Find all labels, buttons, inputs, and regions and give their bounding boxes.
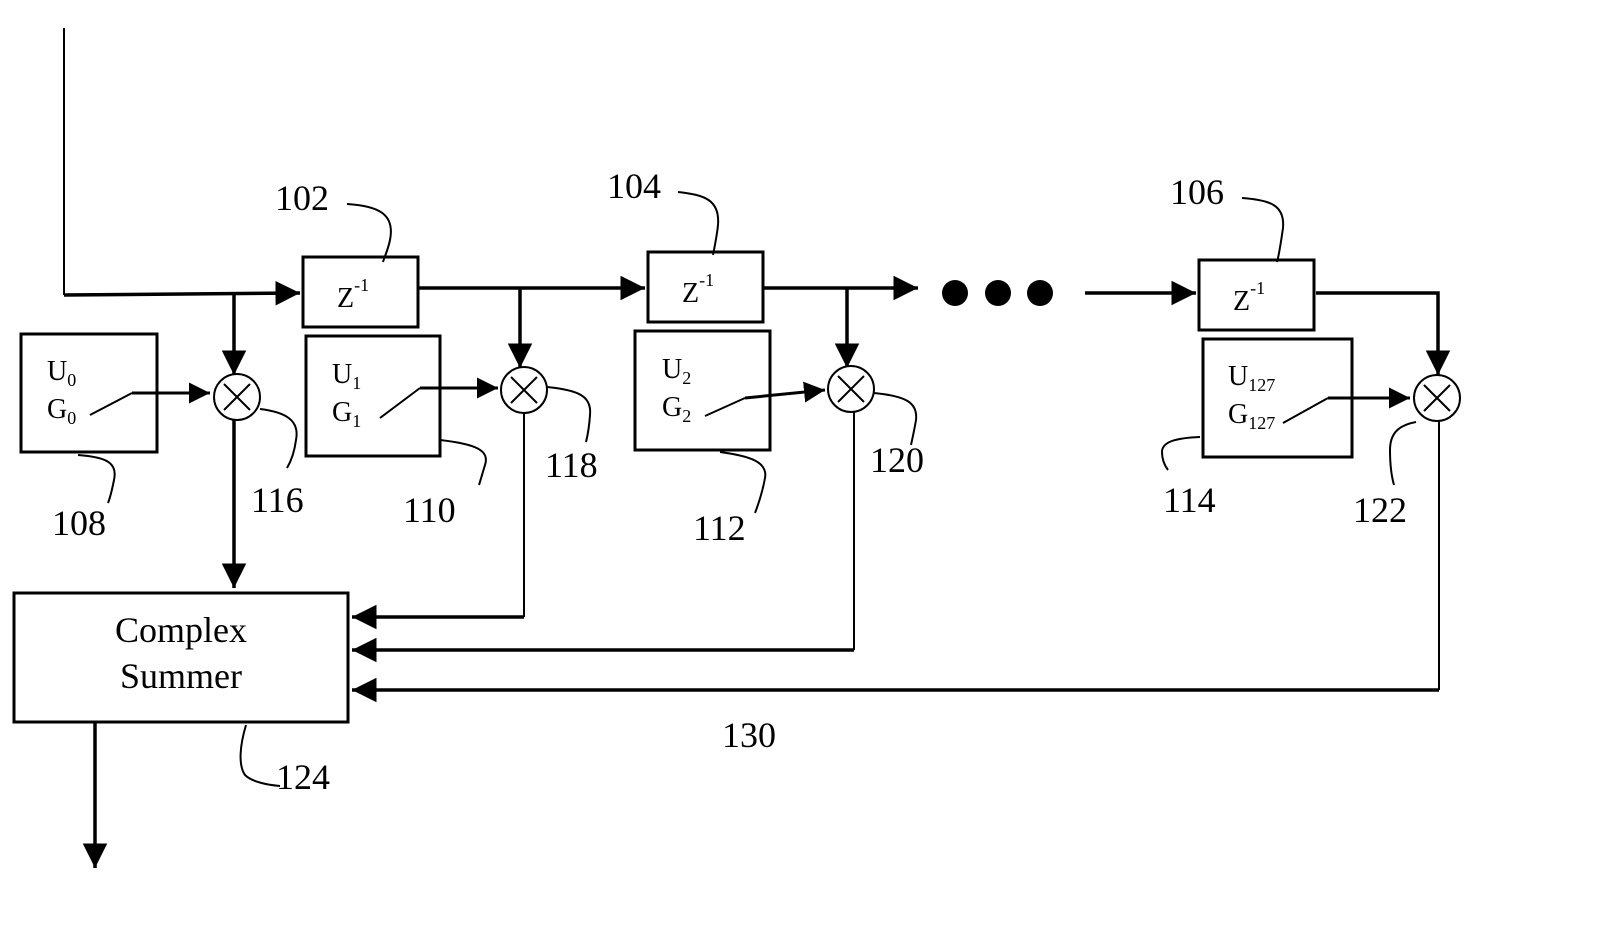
ref-116: 116 (251, 480, 304, 520)
complex-summer-block: Complex Summer (12, 591, 350, 724)
svg-text:Complex: Complex (115, 610, 247, 650)
delay-block-102: Z-1 (301, 255, 420, 329)
ref-120: 120 (870, 440, 924, 480)
svg-text:U0: U0 (47, 356, 76, 390)
ref-110: 110 (403, 490, 456, 530)
delay-block-106: Z-1 (1197, 258, 1316, 332)
delay-block-104: Z-1 (646, 250, 765, 324)
svg-text:Z-1: Z-1 (337, 275, 369, 314)
multiplier-120 (827, 365, 875, 413)
multiplier-116 (213, 373, 261, 421)
ref-102: 102 (275, 178, 329, 218)
summer-input-lines (221, 412, 1440, 703)
coefficient-block-112: U2 G2 (633, 329, 772, 452)
ref-106: 106 (1170, 172, 1224, 212)
coefficient-block-110: U1 G1 (304, 334, 442, 458)
ref-104: 104 (607, 166, 661, 206)
fir-filter-diagram: Z-1 Z-1 Z-1 U0 G0 U1 G1 U2 G2 U127 G127 (12, 28, 1461, 868)
ref-112: 112 (693, 508, 746, 548)
ref-124: 124 (276, 757, 330, 797)
ellipsis-dots (942, 280, 1053, 306)
svg-text:Summer: Summer (120, 656, 242, 696)
ref-130: 130 (722, 715, 776, 755)
svg-text:G1: G1 (332, 397, 361, 431)
svg-text:U127: U127 (1228, 361, 1275, 395)
ref-118: 118 (545, 445, 598, 485)
svg-text:U1: U1 (332, 359, 361, 393)
svg-text:Z-1: Z-1 (1233, 278, 1265, 317)
ref-114: 114 (1163, 480, 1216, 520)
input-line (63, 28, 301, 306)
svg-text:G0: G0 (47, 394, 76, 428)
svg-text:G127: G127 (1228, 399, 1275, 433)
delay-label: Z (337, 283, 354, 314)
svg-text:G2: G2 (662, 392, 691, 426)
multiplier-118 (500, 366, 548, 414)
ref-122: 122 (1353, 490, 1407, 530)
svg-text:U2: U2 (662, 354, 691, 388)
multiplier-122 (1413, 374, 1461, 422)
ref-108: 108 (52, 503, 106, 543)
svg-text:Z-1: Z-1 (682, 270, 714, 309)
